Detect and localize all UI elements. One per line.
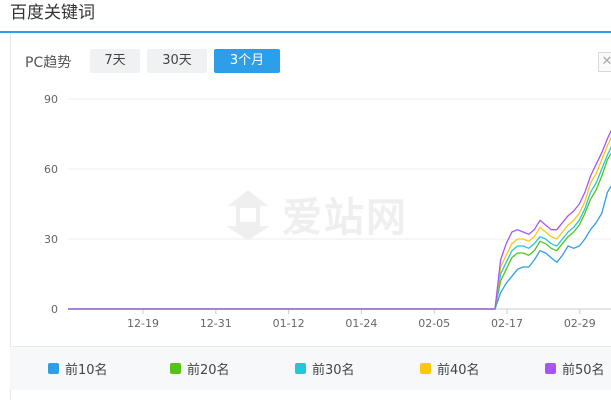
- series-line-4: [68, 136, 611, 310]
- series-line-2: [68, 152, 611, 310]
- chart-series: [68, 129, 611, 310]
- legend-swatch: [170, 363, 181, 374]
- y-axis: 0 30 60 90: [44, 93, 58, 316]
- trend-chart: 0 30 60 90 12-19 12-31 01-12 01-24 02-05 02-17 02…: [44, 93, 611, 330]
- legend-item-5[interactable]: 前50名: [545, 359, 605, 378]
- x-tick-label: 12-19: [127, 317, 159, 330]
- x-tick-label: 02-05: [418, 317, 450, 330]
- x-tick-label: 01-24: [345, 317, 377, 330]
- legend-label: 前40名: [437, 363, 480, 378]
- legend-item-3[interactable]: 前30名: [295, 359, 355, 378]
- legend-label: 前30名: [312, 363, 355, 378]
- y-tick-label: 0: [51, 303, 58, 316]
- y-tick-label: 60: [44, 163, 58, 176]
- x-tick-label: 12-31: [200, 317, 232, 330]
- y-tick-label: 30: [44, 233, 58, 246]
- legend-swatch: [420, 363, 431, 374]
- legend-swatch: [48, 363, 59, 374]
- legend-item-1[interactable]: 前10名: [48, 359, 108, 378]
- y-tick-label: 90: [44, 93, 58, 106]
- legend-swatch: [295, 363, 306, 374]
- x-tick-label: 02-17: [491, 317, 523, 330]
- legend-label: 前20名: [187, 363, 230, 378]
- legend-swatch: [545, 363, 556, 374]
- chart-grid: [68, 98, 611, 310]
- series-line-1: [68, 185, 611, 310]
- legend-label: 前10名: [65, 363, 108, 378]
- legend-item-4[interactable]: 前40名: [420, 359, 480, 378]
- legend-item-2[interactable]: 前20名: [170, 359, 230, 378]
- series-line-5: [68, 129, 611, 310]
- x-tick-label: 01-12: [273, 317, 305, 330]
- x-tick-label: 02-29: [564, 317, 596, 330]
- series-line-3: [68, 145, 611, 310]
- legend-label: 前50名: [562, 363, 605, 378]
- x-axis: 12-19 12-31 01-12 01-24 02-05 02-17 02-29: [127, 309, 596, 330]
